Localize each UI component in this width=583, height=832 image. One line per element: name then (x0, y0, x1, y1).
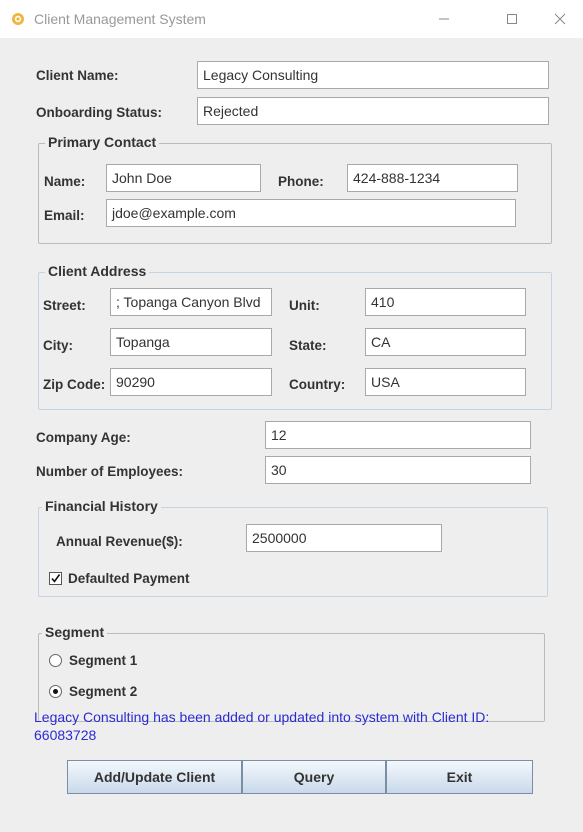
app-gear-icon (12, 13, 24, 25)
state-field[interactable]: CA (365, 328, 526, 356)
primary-contact-legend: Primary Contact (45, 134, 160, 150)
primary-contact-group: Primary Contact (38, 134, 552, 244)
client-name-field[interactable]: Legacy Consulting (197, 61, 549, 89)
annual-revenue-label: Annual Revenue($): (56, 534, 183, 549)
city-field[interactable]: Topanga (110, 328, 272, 356)
contact-email-label: Email: (44, 208, 85, 223)
title-bar: Client Management System (0, 0, 583, 38)
state-label: State: (289, 338, 327, 353)
unit-label: Unit: (289, 298, 320, 313)
contact-name-label: Name: (44, 174, 86, 189)
client-address-legend: Client Address (45, 263, 150, 279)
client-name-label: Client Name: (36, 68, 119, 83)
close-button[interactable] (537, 0, 583, 38)
window-title: Client Management System (34, 11, 206, 27)
segment-legend: Segment (42, 624, 108, 640)
minimize-button[interactable] (421, 0, 467, 38)
number-of-employees-field[interactable]: 30 (265, 456, 531, 484)
city-label: City: (43, 338, 73, 353)
minimize-icon (439, 18, 449, 20)
financial-history-legend: Financial History (42, 498, 161, 514)
segment-1-label: Segment 1 (69, 653, 138, 668)
contact-phone-label: Phone: (278, 174, 324, 189)
segment-2-radio[interactable] (49, 685, 62, 698)
onboarding-status-label: Onboarding Status: (36, 105, 162, 120)
contact-email-field[interactable]: jdoe@example.com (106, 199, 516, 227)
street-field[interactable]: ; Topanga Canyon Blvd (110, 288, 272, 316)
checkmark-icon (51, 574, 61, 583)
street-label: Street: (43, 298, 86, 313)
company-age-label: Company Age: (36, 430, 131, 445)
unit-field[interactable]: 410 (365, 288, 526, 316)
maximize-icon (507, 14, 517, 24)
maximize-button[interactable] (489, 0, 535, 38)
annual-revenue-field[interactable]: 2500000 (246, 524, 442, 552)
status-message: Legacy Consulting has been added or upda… (34, 709, 490, 743)
onboarding-status-field[interactable]: Rejected (197, 97, 549, 125)
segment-1-radio[interactable] (49, 654, 62, 667)
radio-selected-dot (53, 689, 58, 694)
add-update-client-button[interactable]: Add/Update Client (67, 760, 242, 794)
contact-name-field[interactable]: John Doe (106, 164, 261, 192)
country-label: Country: (289, 377, 346, 392)
segment-2-label: Segment 2 (69, 684, 138, 699)
zip-code-label: Zip Code: (43, 377, 106, 392)
defaulted-payment-label: Defaulted Payment (68, 571, 190, 586)
exit-button[interactable]: Exit (386, 760, 533, 794)
country-field[interactable]: USA (365, 368, 526, 396)
client-management-window: Client Management System Client Name: Le… (0, 0, 583, 832)
zip-code-field[interactable]: 90290 (110, 368, 272, 396)
number-of-employees-label: Number of Employees: (36, 464, 184, 479)
close-icon (554, 13, 566, 25)
query-button[interactable]: Query (242, 760, 386, 794)
company-age-field[interactable]: 12 (265, 421, 531, 449)
contact-phone-field[interactable]: 424-888-1234 (347, 164, 518, 192)
defaulted-payment-checkbox[interactable] (49, 572, 62, 585)
